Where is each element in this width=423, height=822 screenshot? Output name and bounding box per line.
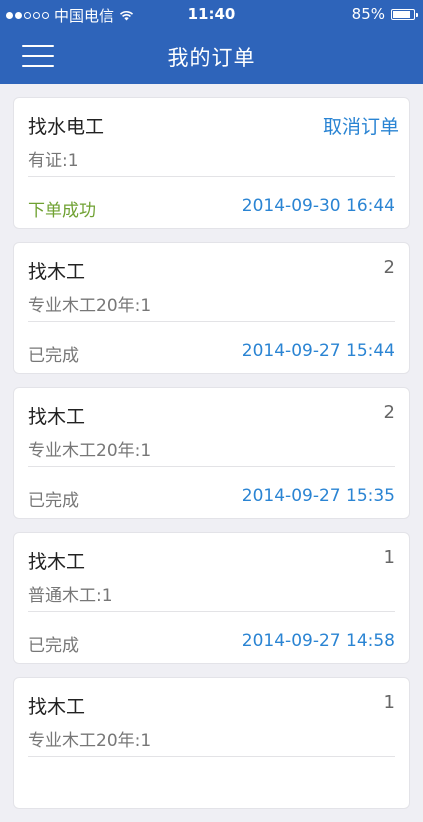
battery-icon [391,8,418,20]
order-title: 找木工 [28,406,86,428]
order-card[interactable]: 找水电工 取消订单 有证:1 下单成功 2014-09-30 16:44 [13,97,410,229]
order-count: 2 [383,257,395,278]
order-title: 找木工 [28,551,86,573]
battery-percent: 85% [351,5,385,23]
order-detail: 有证:1 [28,151,79,171]
navigation-bar: 我的订单 [0,28,423,84]
page-title: 我的订单 [167,46,256,70]
order-date: 2014-09-27 14:58 [241,631,395,651]
order-date: 2014-09-27 15:35 [241,486,395,506]
status-bar-right: 85% [351,5,418,23]
cancel-order-button[interactable]: 取消订单 [323,112,399,139]
order-detail: 专业木工20年:1 [28,296,152,316]
order-status: 下单成功 [28,201,96,221]
order-detail: 普通木工:1 [28,586,113,606]
order-status: 已完成 [28,346,79,366]
order-title: 找木工 [28,696,86,718]
divider [28,176,395,177]
order-detail: 专业木工20年:1 [28,731,152,751]
order-status: 已完成 [28,636,79,656]
order-status: 已完成 [28,491,79,511]
order-title: 找木工 [28,261,86,283]
divider [28,321,395,322]
divider [28,466,395,467]
divider [28,611,395,612]
order-card[interactable]: 找木工 1 普通木工:1 已完成 2014-09-27 14:58 [13,532,410,664]
order-card[interactable]: 找木工 2 专业木工20年:1 已完成 2014-09-27 15:35 [13,387,410,519]
order-count: 1 [383,692,395,713]
order-count: 1 [383,547,395,568]
order-card[interactable]: 找木工 1 专业木工20年:1 [13,677,410,809]
order-list: 找水电工 取消订单 有证:1 下单成功 2014-09-30 16:44 找木工… [13,97,410,822]
order-date: 2014-09-27 15:44 [241,341,395,361]
order-card[interactable]: 找木工 2 专业木工20年:1 已完成 2014-09-27 15:44 [13,242,410,374]
order-date: 2014-09-30 16:44 [241,196,395,216]
order-detail: 专业木工20年:1 [28,441,152,461]
status-bar: 中国电信 11:40 85% [0,0,423,28]
order-count: 2 [383,402,395,423]
order-title: 找水电工 [28,116,105,138]
divider [28,756,395,757]
